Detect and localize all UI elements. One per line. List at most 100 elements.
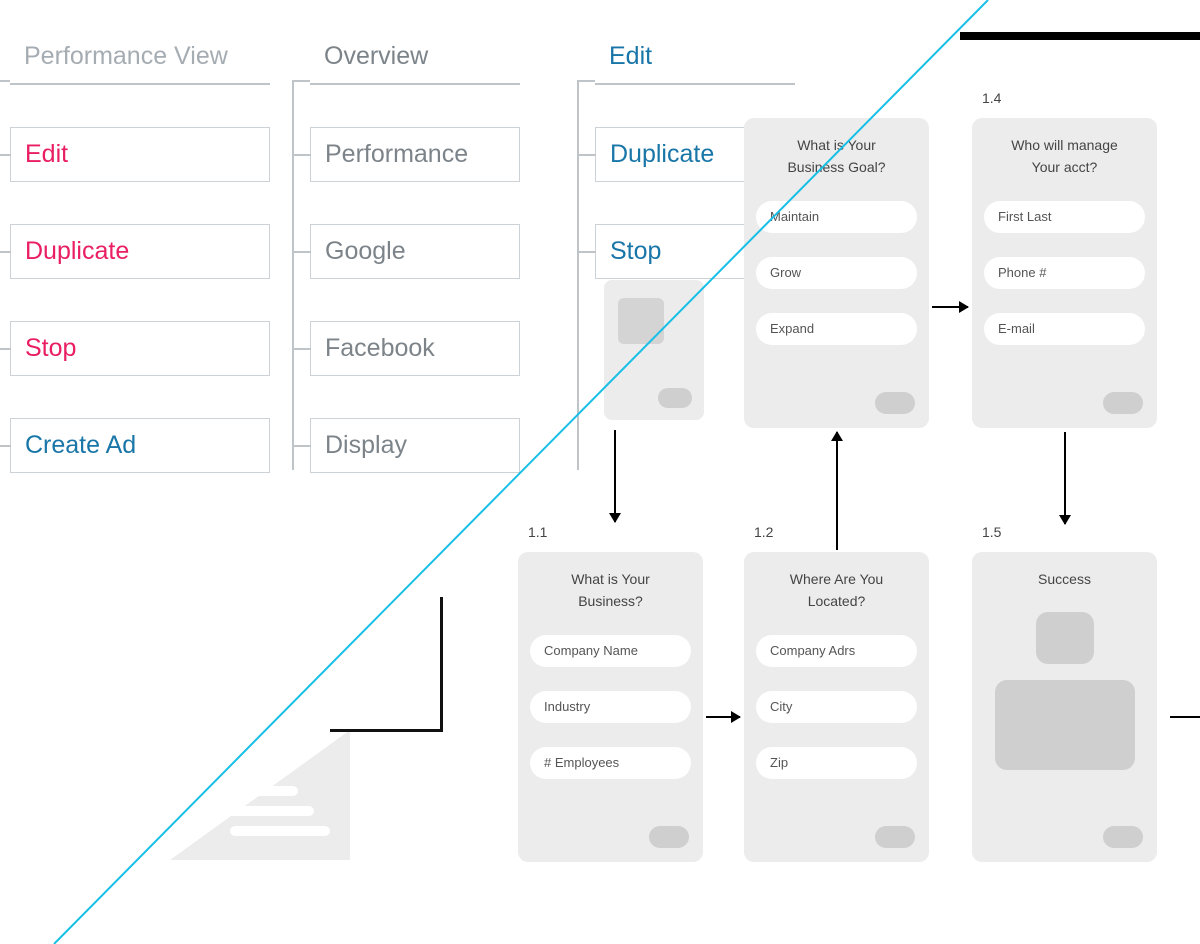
card-title: What is Your Business? (530, 568, 691, 613)
tree-branch (293, 251, 311, 253)
tree-branch (0, 348, 11, 350)
menu-item-google[interactable]: Google (310, 224, 520, 279)
title-line: What is Your (797, 137, 876, 153)
card-next-button[interactable] (875, 392, 915, 414)
card-next-button[interactable] (875, 826, 915, 848)
card-title: Who will manage Your acct? (984, 134, 1145, 179)
card-field[interactable]: First Last (984, 201, 1145, 233)
menu-label: Display (325, 431, 407, 460)
field-label: Expand (770, 321, 814, 336)
card-next-button[interactable] (649, 826, 689, 848)
menu-item-facebook[interactable]: Facebook (310, 321, 520, 376)
flow-card-business: 1.1 What is Your Business? Company Name … (518, 552, 703, 862)
field-label: E-mail (998, 321, 1035, 336)
field-label: City (770, 699, 792, 714)
page-top-bar (960, 32, 1200, 40)
tree-branch (0, 80, 10, 82)
menu-item-duplicate[interactable]: Duplicate (10, 224, 270, 279)
card-field[interactable]: E-mail (984, 313, 1145, 345)
menu-label: Create Ad (25, 431, 136, 460)
field-label: Company Adrs (770, 643, 855, 658)
title-line: Where Are You (790, 571, 883, 587)
card-number: 1.1 (528, 524, 547, 540)
tree-branch (0, 154, 11, 156)
card-title: Where Are You Located? (756, 568, 917, 613)
title-line: Located? (808, 593, 866, 609)
menu-label: Facebook (325, 334, 435, 363)
paper-stack-icon (170, 730, 350, 860)
placeholder-icon (1036, 612, 1094, 664)
menu-label: Performance (325, 140, 468, 169)
tree-spine (577, 82, 579, 470)
card-next-button[interactable] (1103, 826, 1143, 848)
menu-item-performance-view[interactable]: Performance View (10, 30, 270, 85)
card-field[interactable]: Company Name (530, 635, 691, 667)
flow-card-success: 1.5 Success (972, 552, 1157, 862)
title-line: What is Your (571, 571, 650, 587)
tree-branch (0, 445, 11, 447)
card-title: Success (984, 568, 1145, 590)
placeholder-block (995, 680, 1135, 770)
card-field[interactable]: Maintain (756, 201, 917, 233)
card-number: 1.5 (982, 524, 1001, 540)
menu-item-performance[interactable]: Performance (310, 127, 520, 182)
card-field[interactable]: Phone # (984, 257, 1145, 289)
field-label: # Employees (544, 755, 619, 770)
menu-label: Performance View (24, 42, 228, 71)
field-label: Industry (544, 699, 590, 714)
card-next-button[interactable] (1103, 392, 1143, 414)
tree-branch (293, 348, 311, 350)
tree-branch (578, 251, 596, 253)
card-field[interactable]: Zip (756, 747, 917, 779)
title-line: Who will manage (1011, 137, 1118, 153)
menu-item-create-ad[interactable]: Create Ad (10, 418, 270, 473)
tree-branch (293, 154, 311, 156)
title-line: Business? (578, 593, 643, 609)
menu-col-2: Overview Performance Google Facebook Dis… (310, 30, 520, 515)
tree-branch (0, 251, 11, 253)
tree-branch (293, 445, 311, 447)
menu-label: Edit (25, 140, 68, 169)
card-field[interactable]: Industry (530, 691, 691, 723)
menu-col-1: Performance View Edit Duplicate Stop Cre… (10, 30, 270, 515)
tree-branch (292, 80, 310, 82)
card-field[interactable]: Company Adrs (756, 635, 917, 667)
card-number: 1.2 (754, 524, 773, 540)
menu-label: Stop (610, 237, 661, 266)
menu-label: Edit (609, 42, 652, 71)
flow-card-goal: 1.3 What is Your Business Goal? Maintain… (744, 118, 929, 428)
title-line: Business Goal? (787, 159, 885, 175)
arrow-stub (1170, 716, 1200, 718)
title-line: Success (1038, 571, 1091, 587)
tree-branch (577, 80, 595, 82)
flow-card-start (604, 280, 704, 420)
menu-item-stop[interactable]: Stop (10, 321, 270, 376)
menu-label: Google (325, 237, 406, 266)
menu-label: Overview (324, 42, 428, 71)
menu-item-overview[interactable]: Overview (310, 30, 520, 85)
field-label: Zip (770, 755, 788, 770)
menu-label: Duplicate (25, 237, 129, 266)
card-title: What is Your Business Goal? (756, 134, 917, 179)
field-label: Maintain (770, 209, 819, 224)
menu-item-display[interactable]: Display (310, 418, 520, 473)
menu-item-edit[interactable]: Edit (10, 127, 270, 182)
field-label: Phone # (998, 265, 1046, 280)
card-number: 1.4 (982, 90, 1001, 106)
tree-spine (292, 82, 294, 470)
flow-card-manager: 1.4 Who will manage Your acct? First Las… (972, 118, 1157, 428)
card-field[interactable]: City (756, 691, 917, 723)
card-field[interactable]: Grow (756, 257, 917, 289)
menu-label: Stop (25, 334, 76, 363)
card-field[interactable]: Expand (756, 313, 917, 345)
connector-bracket (330, 597, 443, 732)
field-label: Grow (770, 265, 801, 280)
tree-branch (578, 154, 596, 156)
field-label: First Last (998, 209, 1051, 224)
title-line: Your acct? (1032, 159, 1098, 175)
menu-item-edit-r[interactable]: Edit (595, 30, 795, 85)
menu-label: Duplicate (610, 140, 714, 169)
card-field[interactable]: # Employees (530, 747, 691, 779)
field-label: Company Name (544, 643, 638, 658)
flow-card-location: 1.2 Where Are You Located? Company Adrs … (744, 552, 929, 862)
